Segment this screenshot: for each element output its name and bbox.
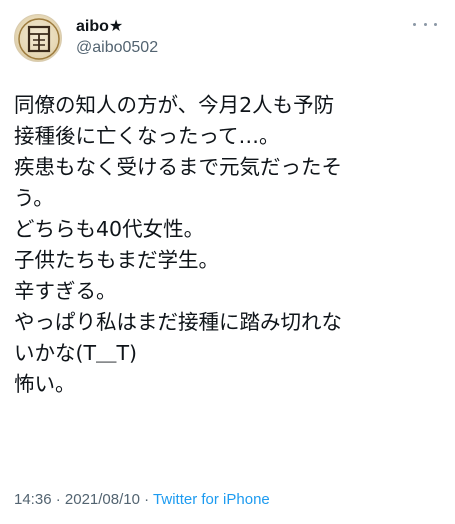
tweet-text-line: 怖い。 — [14, 372, 76, 396]
tweet-header: aibo★ @aibo0502 — [14, 14, 441, 64]
tweet-text-line: う。 — [14, 186, 54, 210]
more-dot — [434, 22, 437, 26]
more-dot — [423, 22, 427, 26]
avatar[interactable] — [14, 14, 62, 62]
tweet-text-line: 同僚の知人の方が、今月2人も予防 — [14, 93, 335, 117]
tweet-time[interactable]: 14:36 — [14, 491, 52, 508]
tweet-text-line: やっぱり私はまだ接種に踏み切れな — [14, 310, 342, 334]
user-names: aibo★ @aibo0502 — [76, 17, 158, 59]
avatar-emblem-icon — [18, 18, 60, 60]
tweet-source-link[interactable]: Twitter for iPhone — [153, 491, 270, 508]
tweet-text-line: 疾患もなく受けるまで元気だったそ — [14, 155, 342, 179]
tweet-text-line: どちらも40代女性。 — [14, 217, 205, 241]
meta-separator: · — [139, 491, 154, 508]
more-horizontal-icon[interactable] — [413, 14, 437, 34]
tweet-date[interactable]: 2021/08/10 — [65, 491, 140, 508]
tweet-text-line: 辛すぎる。 — [14, 279, 117, 303]
more-dot — [413, 22, 416, 26]
tweet-card: aibo★ @aibo0502 同僚の知人の方が、今月2人も予防 接種後に亡くな… — [0, 0, 455, 524]
tweet-text-line: いかな(T＿T) — [14, 341, 138, 365]
tweet-text-line: 子供たちもまだ学生。 — [14, 248, 219, 272]
tweet-text: 同僚の知人の方が、今月2人も予防 接種後に亡くなったって…。 疾患もなく受けるま… — [14, 90, 444, 400]
tweet-text-line: 接種後に亡くなったって…。 — [14, 124, 280, 148]
display-name[interactable]: aibo★ — [76, 17, 158, 37]
tweet-meta: 14:36 · 2021/08/10 · Twitter for iPhone — [14, 490, 270, 510]
meta-separator: · — [51, 491, 65, 508]
user-handle[interactable]: @aibo0502 — [76, 37, 158, 59]
